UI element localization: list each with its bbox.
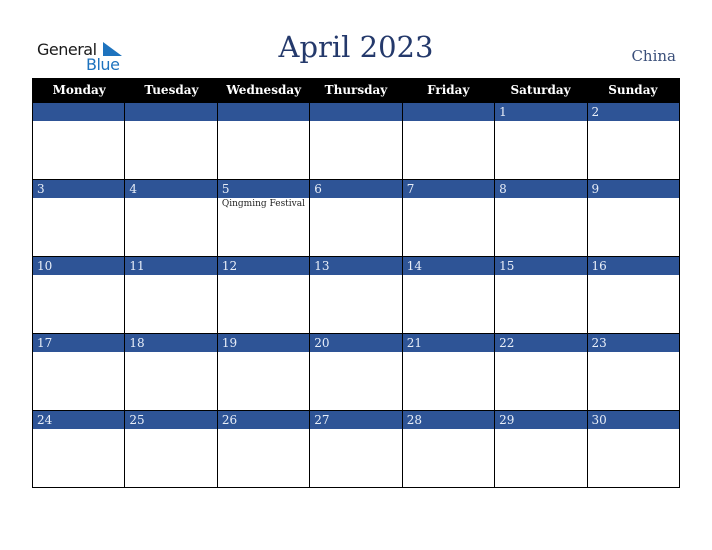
calendar-grid: Monday Tuesday Wednesday Thursday Friday…: [32, 78, 680, 488]
date-number: 16: [587, 256, 679, 275]
day-cell[interactable]: 1: [494, 102, 587, 179]
weekday-friday: Friday: [427, 83, 470, 97]
date-number: 29: [495, 410, 587, 429]
date-number: 6: [310, 179, 402, 198]
date-number: 25: [125, 410, 217, 429]
day-cell[interactable]: 8: [494, 179, 587, 256]
date-number: 1: [495, 102, 587, 121]
date-number: 26: [217, 410, 310, 429]
date-number: 24: [33, 410, 125, 429]
day-cell[interactable]: [309, 102, 402, 179]
day-cell[interactable]: 9: [586, 179, 679, 256]
date-number: [310, 102, 402, 121]
date-number: 4: [125, 179, 217, 198]
day-cell[interactable]: 19: [216, 333, 310, 410]
day-cell[interactable]: 23: [586, 333, 679, 410]
date-number: 7: [402, 179, 495, 198]
country-label: China: [631, 47, 676, 65]
day-cell[interactable]: 28: [401, 410, 495, 487]
day-cell[interactable]: 6: [309, 179, 402, 256]
date-number: 30: [587, 410, 679, 429]
day-cell[interactable]: [216, 102, 310, 179]
weekday-wednesday: Wednesday: [226, 83, 302, 97]
day-cell[interactable]: 17: [33, 333, 125, 410]
day-cell[interactable]: 26: [216, 410, 310, 487]
holiday-event: Qingming Festival: [221, 199, 306, 209]
date-number: 9: [587, 179, 679, 198]
date-number: 3: [33, 179, 125, 198]
date-number: 20: [310, 333, 402, 352]
day-cell[interactable]: 2: [586, 102, 679, 179]
day-cell[interactable]: 7: [401, 179, 495, 256]
date-number: 28: [402, 410, 495, 429]
day-cell[interactable]: 16: [586, 256, 679, 333]
weekday-saturday: Saturday: [510, 83, 571, 97]
day-cell[interactable]: 30: [586, 410, 679, 487]
date-number: 12: [217, 256, 310, 275]
weekday-tuesday: Tuesday: [144, 83, 199, 97]
weekday-sunday: Sunday: [608, 83, 658, 97]
date-number: [217, 102, 310, 121]
date-number: 10: [33, 256, 125, 275]
date-number: [402, 102, 495, 121]
date-number: 5: [217, 179, 310, 198]
day-cell[interactable]: 4: [124, 179, 217, 256]
date-number: 27: [310, 410, 402, 429]
day-cell[interactable]: 25: [124, 410, 217, 487]
date-number: 22: [495, 333, 587, 352]
weekday-thursday: Thursday: [324, 83, 388, 97]
date-number: 8: [495, 179, 587, 198]
date-number: 14: [402, 256, 495, 275]
day-cell[interactable]: 22: [494, 333, 587, 410]
day-cell[interactable]: 13: [309, 256, 402, 333]
day-cell[interactable]: 11: [124, 256, 217, 333]
date-number: 19: [217, 333, 310, 352]
date-number: [33, 102, 125, 121]
date-number: 11: [125, 256, 217, 275]
day-cell[interactable]: 21: [401, 333, 495, 410]
day-cell[interactable]: 27: [309, 410, 402, 487]
week-row: 17 18 19 20 21 22 23: [33, 333, 679, 410]
date-number: 2: [587, 102, 679, 121]
week-row: 10 11 12 13 14 15 16: [33, 256, 679, 333]
day-cell[interactable]: [33, 102, 125, 179]
day-cell[interactable]: 24: [33, 410, 125, 487]
date-number: 18: [125, 333, 217, 352]
day-cell[interactable]: [401, 102, 495, 179]
day-cell[interactable]: 14: [401, 256, 495, 333]
week-row: 24 25 26 27 28 29 30: [33, 410, 679, 487]
week-row: 12: [33, 102, 679, 179]
date-number: 17: [33, 333, 125, 352]
date-number: 13: [310, 256, 402, 275]
day-cell[interactable]: [124, 102, 217, 179]
date-number: [125, 102, 217, 121]
day-cell[interactable]: 10: [33, 256, 125, 333]
day-cell[interactable]: 20: [309, 333, 402, 410]
weekday-monday: Monday: [52, 83, 106, 97]
date-number: 23: [587, 333, 679, 352]
week-row: 3 4 5 Qingming Festival 6 7 8 9: [33, 179, 679, 256]
day-cell[interactable]: 5 Qingming Festival: [216, 179, 310, 256]
day-cell[interactable]: 3: [33, 179, 125, 256]
weekday-header: Monday Tuesday Wednesday Thursday Friday…: [33, 78, 679, 102]
day-cell[interactable]: 12: [216, 256, 310, 333]
day-cell[interactable]: 18: [124, 333, 217, 410]
date-number: 15: [495, 256, 587, 275]
day-cell[interactable]: 15: [494, 256, 587, 333]
date-number: 21: [402, 333, 495, 352]
day-cell[interactable]: 29: [494, 410, 587, 487]
calendar-title: April 2023: [278, 30, 434, 64]
